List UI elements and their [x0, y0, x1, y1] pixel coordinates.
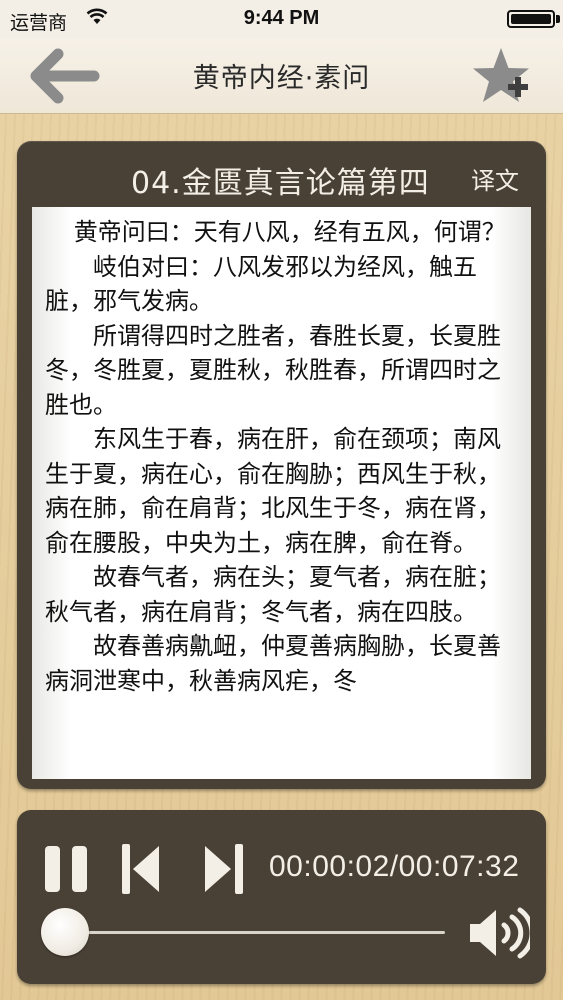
reader-text-area[interactable]: 黄帝问曰：天有八风，经有五风，何谓？ 岐伯对曰：八风发邪以为经风，触五脏，邪气发…	[32, 207, 531, 779]
paragraph: 东风生于春，病在肝，俞在颈项；南风生于夏，病在心，俞在胸胁；西风生于秋，病在肺，…	[45, 425, 501, 557]
next-button[interactable]	[199, 842, 247, 896]
status-time: 9:44 PM	[243, 7, 320, 29]
audio-player: 00:00:02/00:07:32	[17, 810, 546, 984]
nav-bar: 黄帝内经·素问	[0, 38, 563, 114]
status-bar: 运营商 9:44 PM	[0, 0, 563, 38]
skip-previous-icon	[122, 844, 159, 894]
skip-next-icon	[205, 844, 243, 894]
pause-icon	[45, 846, 87, 892]
volume-button[interactable]	[468, 906, 530, 960]
battery-tip	[556, 15, 560, 23]
chapter-title: 04.金匮真言论篇第四	[131, 166, 430, 201]
paragraph: 黄帝问曰：天有八风，经有五风，何谓？	[73, 218, 506, 246]
playback-time: 00:00:02/00:07:32	[269, 850, 520, 883]
paragraph: 所谓得四时之胜者，春胜长夏，长夏胜冬，冬胜夏，夏胜秋，秋胜春，所谓四时之胜也。	[45, 321, 501, 419]
previous-button[interactable]	[119, 842, 167, 896]
paragraph: 故春善病鼽衄，仲夏善病胸胁，长夏善病洞泄寒中，秋善病风疟，冬	[45, 632, 501, 695]
translation-button[interactable]: 译文	[471, 161, 519, 196]
pause-button[interactable]	[43, 844, 91, 894]
battery-level	[511, 14, 551, 24]
progress-slider[interactable]	[63, 931, 445, 934]
paragraph: 故春气者，病在头；夏气者，病在脏；秋气者，病在肩背；冬气者，病在四肢。	[45, 563, 501, 626]
star-plus-icon	[473, 48, 529, 102]
reader-text: 黄帝问曰：天有八风，经有五风，何谓？ 岐伯对曰：八风发邪以为经风，触五脏，邪气发…	[45, 215, 511, 698]
reader-panel: 04.金匮真言论篇第四 译文 黄帝问曰：天有八风，经有五风，何谓？ 岐伯对曰：八…	[17, 141, 546, 789]
volume-icon	[470, 907, 530, 959]
add-favorite-button[interactable]	[473, 44, 535, 108]
battery-icon	[507, 10, 555, 28]
paragraph: 岐伯对曰：八风发邪以为经风，触五脏，邪气发病。	[45, 252, 477, 316]
progress-thumb[interactable]	[40, 908, 89, 956]
